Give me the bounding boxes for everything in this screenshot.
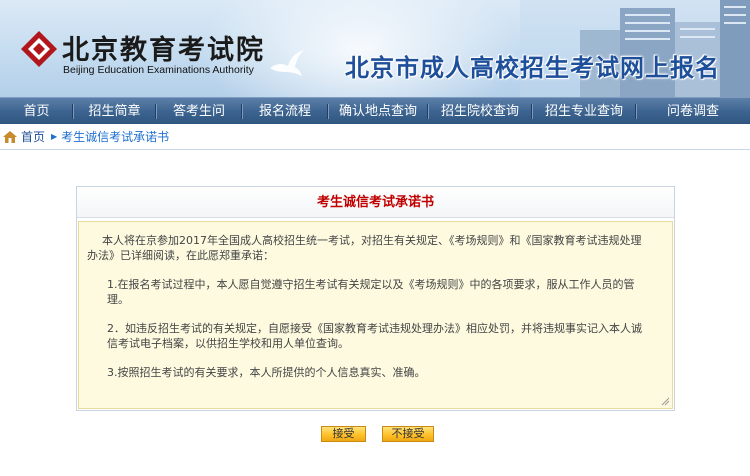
pledge-textarea[interactable]: 本人将在京参加2017年全国成人高校招生统一考试，对招生有关规定、《考场规则》和… xyxy=(78,221,673,409)
pledge-item-2: 2．如违反招生考试的有关规定，自愿接受《国家教育考试违规处理办法》相应处罚，并将… xyxy=(107,322,642,350)
breadcrumb-arrow-icon: ▶ xyxy=(51,132,58,141)
pledge-item-3: 3.按照招生考试的有关要求，本人所提供的个人信息真实、准确。 xyxy=(107,366,426,379)
decline-button[interactable]: 不接受 xyxy=(382,426,434,442)
nav-item-home[interactable]: 首页 xyxy=(0,98,73,125)
logo-icon[interactable] xyxy=(20,30,58,68)
dove-icon xyxy=(270,50,304,76)
pledge-item-1: 1.在报名考试过程中，本人愿自觉遵守招生考试有关规定以及《考场规则》中的各项要求… xyxy=(107,278,635,306)
nav-item-admission-guide[interactable]: 招生简章 xyxy=(73,98,156,125)
pledge-title: 考生诚信考试承诺书 xyxy=(77,187,674,218)
breadcrumb: 首页 ▶ 考生诚信考试承诺书 xyxy=(0,124,750,150)
nav-item-major-query[interactable]: 招生专业查询 xyxy=(532,98,636,125)
main-nav: 首页 招生简章 答考生问 报名流程 确认地点查询 招生院校查询 招生专业查询 问… xyxy=(0,97,750,124)
breadcrumb-current[interactable]: 考生诚信考试承诺书 xyxy=(61,128,169,145)
nav-item-survey[interactable]: 问卷调查 xyxy=(636,98,750,125)
logo-english-text: Beijing Education Examinations Authority xyxy=(63,64,254,76)
logo-chinese-text: 北京教育考试院 xyxy=(62,35,265,66)
pledge-intro: 本人将在京参加2017年全国成人高校招生统一考试，对招生有关规定、《考场规则》和… xyxy=(87,234,642,262)
site-header: 北京教育考试院 Beijing Education Examinations A… xyxy=(0,0,750,97)
nav-item-school-query[interactable]: 招生院校查询 xyxy=(428,98,532,125)
nav-item-faq[interactable]: 答考生问 xyxy=(156,98,242,125)
nav-item-confirm-location[interactable]: 确认地点查询 xyxy=(328,98,428,125)
resize-grip-icon[interactable] xyxy=(660,396,670,406)
breadcrumb-home-link[interactable]: 首页 xyxy=(21,128,45,145)
nav-item-registration-process[interactable]: 报名流程 xyxy=(242,98,328,125)
pledge-panel: 考生诚信考试承诺书 本人将在京参加2017年全国成人高校招生统一考试，对招生有关… xyxy=(76,186,675,411)
home-icon xyxy=(3,130,17,143)
accept-button[interactable]: 接受 xyxy=(321,426,366,442)
site-title: 北京市成人高校招生考试网上报名 xyxy=(345,53,720,82)
